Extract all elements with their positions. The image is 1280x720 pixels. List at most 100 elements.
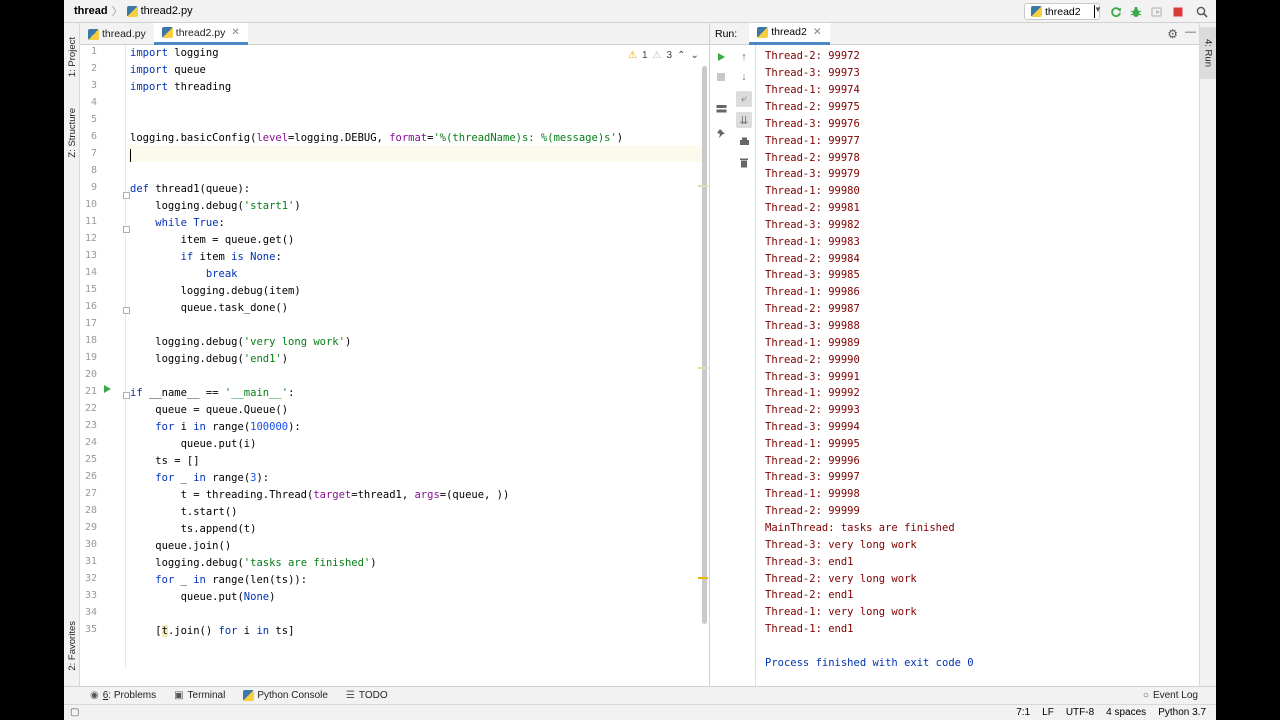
- structure-tool-button[interactable]: Z: Structure: [64, 99, 80, 167]
- code-line: item = queue.get(): [130, 234, 295, 246]
- search-everywhere-button[interactable]: [1194, 4, 1210, 20]
- python-interpreter[interactable]: Python 3.7: [1158, 707, 1206, 718]
- print-button[interactable]: [736, 134, 752, 150]
- process-finished-line: Process finished with exit code 0: [765, 657, 974, 669]
- stop-button[interactable]: [713, 69, 729, 85]
- console-line: Thread-2: 99984: [765, 253, 860, 265]
- warning-icon: ⚠: [628, 49, 637, 61]
- code-line: queue.task_done(): [130, 302, 289, 314]
- code-line: ts.append(t): [130, 523, 257, 535]
- terminal-label: Terminal: [187, 690, 226, 701]
- chevron-up-icon[interactable]: ⌃: [677, 50, 685, 61]
- clear-all-button[interactable]: [736, 154, 752, 170]
- event-log-tool-button[interactable]: ○ Event Log: [1143, 690, 1198, 701]
- pin-icon: [717, 129, 725, 138]
- soft-wrap-button[interactable]: ⤶: [736, 91, 752, 107]
- fold-marker-icon[interactable]: [123, 192, 130, 199]
- editor-tab-bar: thread.py thread2.py ✕: [80, 23, 709, 45]
- breadcrumb-file[interactable]: thread2.py: [141, 5, 193, 17]
- rerun-button[interactable]: [713, 49, 729, 65]
- breadcrumb-project[interactable]: thread: [74, 5, 108, 17]
- structure-tool-label: Z: Structure: [66, 108, 78, 158]
- console-output[interactable]: Thread-2: 99972 Thread-3: 99973 Thread-1…: [765, 45, 1195, 685]
- console-line: Thread-1: very long work: [765, 606, 917, 618]
- close-icon[interactable]: ✕: [813, 26, 822, 38]
- editor-scrollbar[interactable]: [702, 66, 707, 624]
- code-line: queue.put(None): [130, 591, 276, 603]
- console-line: Thread-3: 99985: [765, 269, 860, 281]
- scroll-up-button[interactable]: ↑: [736, 49, 752, 65]
- layout-button[interactable]: [713, 101, 729, 117]
- editor-tab-thread-py[interactable]: thread.py: [80, 23, 154, 45]
- python-console-label: Python Console: [257, 690, 328, 701]
- console-line: Thread-3: 99991: [765, 371, 860, 383]
- code-line: queue = queue.Queue(): [130, 404, 289, 416]
- coverage-button[interactable]: [1149, 4, 1165, 20]
- gear-icon[interactable]: ⚙: [1167, 27, 1178, 41]
- fold-marker-icon[interactable]: [123, 392, 130, 399]
- python-console-icon: [243, 690, 255, 701]
- code-line: import threading: [130, 81, 232, 93]
- stop-button[interactable]: [1170, 4, 1186, 20]
- line-number: 33: [84, 590, 97, 601]
- line-number: 26: [84, 471, 97, 482]
- line-number: 34: [84, 607, 97, 618]
- terminal-tool-button[interactable]: ▣ Terminal: [174, 690, 225, 701]
- printer-icon: [739, 137, 749, 145]
- console-line: Thread-1: 99986: [765, 286, 860, 298]
- status-widgets: 7:1 LF UTF-8 4 spaces Python 3.7: [1016, 707, 1206, 718]
- editor-tab-thread2-py[interactable]: thread2.py ✕: [153, 23, 248, 45]
- minimize-icon[interactable]: —: [1185, 26, 1196, 38]
- trash-icon: [740, 158, 748, 167]
- code-line: import queue: [130, 64, 206, 76]
- line-number: 3: [90, 80, 97, 91]
- code-line: logging.basicConfig(level=logging.DEBUG,…: [130, 132, 624, 144]
- line-number: 24: [84, 437, 97, 448]
- chevron-down-icon[interactable]: ⌄: [690, 50, 698, 61]
- python-console-tool-button[interactable]: Python Console: [243, 690, 328, 701]
- console-line: Thread-2: 99993: [765, 404, 860, 416]
- fold-marker-icon[interactable]: [123, 307, 130, 314]
- line-number: 27: [84, 488, 97, 499]
- event-log-label: Event Log: [1152, 690, 1198, 701]
- rerun-button[interactable]: [1108, 4, 1124, 20]
- run-gutter-icon[interactable]: [104, 385, 111, 393]
- error-stripe-mark[interactable]: [698, 367, 708, 369]
- run-configuration-selector[interactable]: thread2 ▼: [1024, 3, 1102, 20]
- run-tool-label: 4: Run: [1202, 39, 1214, 67]
- line-number: 32: [84, 573, 97, 584]
- close-icon[interactable]: ✕: [231, 27, 239, 38]
- python-file-icon: [757, 26, 769, 38]
- line-number: 17: [84, 318, 97, 329]
- console-line: Thread-3: 99988: [765, 320, 860, 332]
- toggle-tool-windows-icon[interactable]: ▢: [70, 707, 79, 718]
- indent-setting[interactable]: 4 spaces: [1106, 707, 1146, 718]
- line-separator[interactable]: LF: [1042, 707, 1054, 718]
- pin-button[interactable]: [713, 125, 729, 141]
- line-number: 31: [84, 556, 97, 567]
- todo-tool-button[interactable]: ☰ TODO: [346, 690, 388, 701]
- code-editor[interactable]: import logging import queue import threa…: [130, 45, 702, 668]
- run-tool-button[interactable]: 4: Run: [1200, 27, 1216, 79]
- inspection-widget[interactable]: ⚠ 1 ⚠ 3 ⌃ ⌄: [628, 48, 699, 62]
- scroll-to-end-button[interactable]: ⇊: [736, 112, 752, 128]
- code-line: ts = []: [130, 455, 200, 467]
- debug-button[interactable]: [1128, 4, 1144, 20]
- favorites-tool-button[interactable]: 2: Favorites: [64, 611, 80, 681]
- weak-warning-count: 3: [666, 49, 673, 61]
- console-line: Thread-1: 99992: [765, 387, 860, 399]
- caret-position[interactable]: 7:1: [1016, 707, 1030, 718]
- problems-label: : Problems: [108, 690, 157, 701]
- favorites-tool-label: 2: Favorites: [66, 621, 78, 671]
- line-number: 12: [84, 233, 97, 244]
- error-stripe-mark[interactable]: [698, 185, 708, 187]
- line-number: 25: [84, 454, 97, 465]
- run-tab[interactable]: thread2 ✕: [749, 22, 830, 45]
- scroll-down-button[interactable]: ↓: [736, 69, 752, 85]
- file-encoding[interactable]: UTF-8: [1066, 707, 1094, 718]
- fold-marker-icon[interactable]: [123, 226, 130, 233]
- console-line: Thread-1: 99974: [765, 84, 860, 96]
- project-tool-button[interactable]: 1: Project: [64, 27, 80, 87]
- problems-tool-button[interactable]: ◉ 6 : Problems: [90, 690, 156, 701]
- error-stripe-mark[interactable]: [698, 577, 708, 579]
